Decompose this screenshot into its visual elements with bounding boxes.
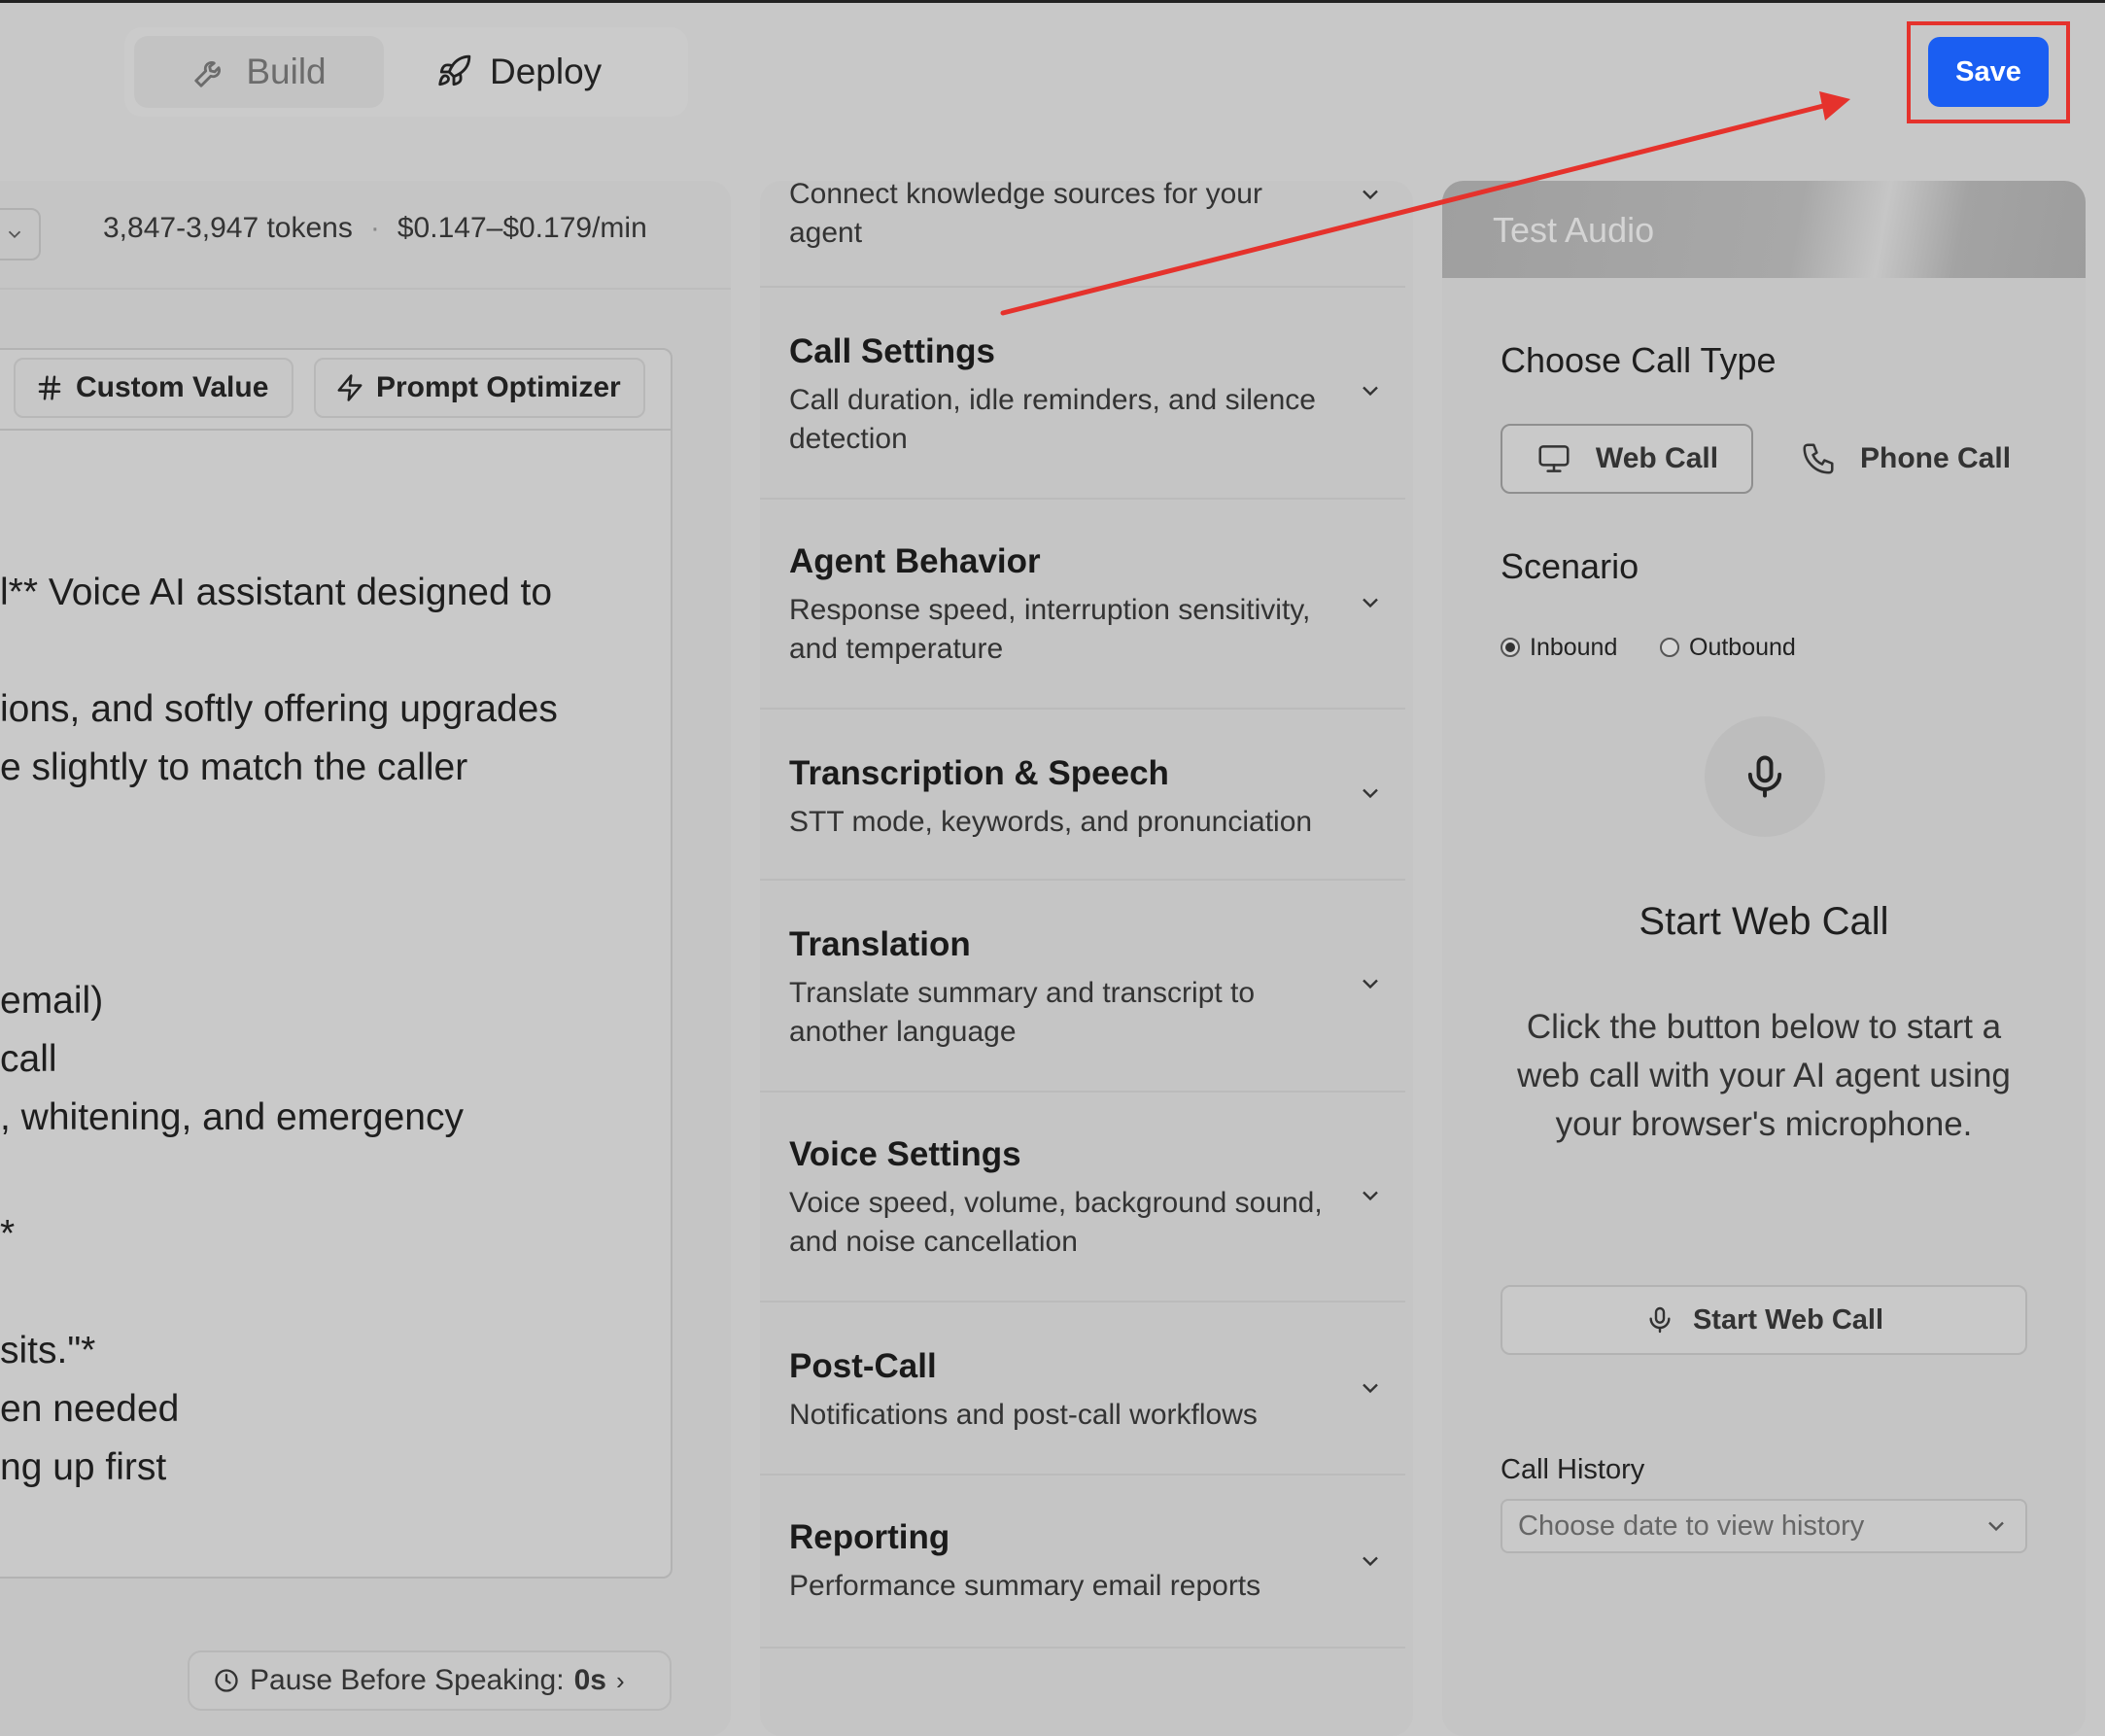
start-web-call-label: Start Web Call xyxy=(1692,1303,1884,1336)
web-call-label: Web Call xyxy=(1595,442,1719,474)
start-web-call-button[interactable]: Start Web Call xyxy=(1501,1285,2027,1355)
chevron-down-icon xyxy=(1363,598,1378,608)
prompt-text-line: call xyxy=(0,1038,57,1080)
call-history-placeholder: Choose date to view history xyxy=(1518,1510,1865,1542)
section-transcription-title: Transcription & Speech xyxy=(789,754,1169,792)
divider xyxy=(0,288,731,290)
section-post-call-title: Post-Call xyxy=(789,1347,937,1385)
radio-inbound[interactable]: Inbound xyxy=(1501,632,1617,663)
section-call-settings-desc: Call duration, idle reminders, and silen… xyxy=(789,384,1316,455)
section-transcription-desc: STT mode, keywords, and pronunciation xyxy=(789,806,1313,838)
section-reporting-title: Reporting xyxy=(789,1518,950,1556)
call-history-label: Call History xyxy=(1501,1454,1645,1485)
phone-icon xyxy=(1803,443,1834,474)
test-audio-title: Test Audio xyxy=(1493,210,1655,250)
choose-call-type-label: Choose Call Type xyxy=(1501,340,1777,380)
tab-deploy-label: Deploy xyxy=(490,52,603,91)
chevron-down-icon xyxy=(1363,386,1378,397)
section-translation-title: Translation xyxy=(789,925,971,963)
chevron-down-icon xyxy=(1363,979,1378,990)
chevron-down-icon xyxy=(8,230,21,239)
section-call-settings[interactable]: Call Settings Call duration, idle remind… xyxy=(760,288,1405,500)
pause-label: Pause Before Speaking: xyxy=(250,1664,565,1696)
radio-inbound-label: Inbound xyxy=(1530,633,1618,661)
pause-chevron: › xyxy=(615,1665,625,1695)
section-translation-desc: Translate summary and transcript to anot… xyxy=(789,977,1256,1048)
section-post-call[interactable]: Post-Call Notifications and post-call wo… xyxy=(760,1302,1405,1476)
microphone-icon xyxy=(1649,1306,1671,1334)
prompt-optimizer-label: Prompt Optimizer xyxy=(376,371,621,403)
monitor-icon xyxy=(1538,445,1570,472)
section-reporting-desc: Performance summary email reports xyxy=(789,1570,1261,1602)
phone-call-option[interactable]: Phone Call xyxy=(1800,424,2011,494)
chevron-down-icon xyxy=(1363,1383,1378,1394)
pause-before-speaking-button[interactable]: Pause Before Speaking: 0s › xyxy=(188,1650,672,1711)
stats-separator: · xyxy=(369,212,380,244)
section-voice-settings-desc: Voice speed, volume, background sound, a… xyxy=(789,1187,1323,1258)
pause-value: 0s xyxy=(573,1664,606,1696)
section-voice-settings[interactable]: Voice Settings Voice speed, volume, back… xyxy=(760,1093,1405,1302)
prompt-text-line: * xyxy=(0,1213,16,1255)
token-cost-stats: 3,847-3,947 tokens · $0.147–$0.179/min xyxy=(103,212,647,245)
chevron-down-icon xyxy=(1363,1191,1378,1201)
chevron-down-icon xyxy=(1988,1521,2004,1532)
section-agent-behavior-title: Agent Behavior xyxy=(789,542,1041,580)
radio-outbound-label: Outbound xyxy=(1689,633,1796,661)
start-web-call-description: Click the button below to start a web ca… xyxy=(1517,1008,2011,1143)
tab-build[interactable]: Build xyxy=(134,36,384,108)
prompt-text-line: sits."* xyxy=(0,1330,96,1371)
microphone-icon xyxy=(1747,755,1782,798)
section-reporting[interactable]: Reporting Performance summary email repo… xyxy=(760,1476,1405,1649)
section-translation[interactable]: Translation Translate summary and transc… xyxy=(760,881,1405,1093)
prompt-text-line: email) xyxy=(0,980,104,1022)
wrench-icon xyxy=(194,61,222,87)
section-post-call-desc: Notifications and post-call workflows xyxy=(789,1399,1258,1431)
start-web-call-title: Start Web Call xyxy=(1639,900,1889,943)
prompt-text-line: l** Voice AI assistant designed to xyxy=(0,572,553,613)
chevron-down-icon xyxy=(1363,190,1378,200)
prompt-optimizer-button[interactable]: Prompt Optimizer xyxy=(314,358,645,418)
cost-per-minute: $0.147–$0.179/min xyxy=(397,212,647,244)
chevron-down-icon xyxy=(1363,788,1378,799)
prompt-text-line: , whitening, and emergency xyxy=(0,1096,464,1138)
mic-indicator xyxy=(1705,716,1825,837)
prompt-text-line: en needed xyxy=(0,1388,180,1430)
radio-outbound-dot[interactable] xyxy=(1660,638,1679,657)
top-border xyxy=(0,0,2105,3)
clock-icon xyxy=(215,1669,238,1692)
section-knowledge[interactable]: Connect knowledge sources for your agent xyxy=(760,178,1405,288)
hash-icon xyxy=(38,375,61,400)
custom-value-button[interactable]: Custom Value xyxy=(14,358,293,418)
section-call-settings-title: Call Settings xyxy=(789,332,995,370)
custom-value-label: Custom Value xyxy=(76,371,269,403)
editor-toolbar-divider xyxy=(0,429,671,431)
model-select[interactable] xyxy=(0,208,41,260)
lightning-icon xyxy=(337,374,362,401)
rocket-icon xyxy=(438,54,471,87)
tab-build-label: Build xyxy=(246,52,327,91)
radio-outbound[interactable]: Outbound xyxy=(1660,632,1796,663)
test-audio-header: Test Audio xyxy=(1442,181,2086,278)
section-agent-behavior[interactable]: Agent Behavior Response speed, interrupt… xyxy=(760,500,1405,710)
token-count: 3,847-3,947 tokens xyxy=(103,212,353,244)
save-button[interactable]: Save xyxy=(1928,37,2049,107)
prompt-text-line: ng up first xyxy=(0,1446,167,1488)
web-call-option[interactable]: Web Call xyxy=(1501,424,1753,494)
section-knowledge-desc: Connect knowledge sources for your agent xyxy=(789,178,1262,249)
phone-call-label: Phone Call xyxy=(1860,442,2012,474)
tab-deploy[interactable]: Deploy xyxy=(435,36,659,108)
section-transcription[interactable]: Transcription & Speech STT mode, keyword… xyxy=(760,710,1405,881)
mode-tabs: Build Deploy xyxy=(124,27,688,117)
prompt-text-line: ions, and softly offering upgrades xyxy=(0,688,558,730)
chevron-down-icon xyxy=(1363,1556,1378,1567)
radio-inbound-dot[interactable] xyxy=(1501,638,1520,657)
call-history-select[interactable]: Choose date to view history xyxy=(1501,1499,2027,1553)
prompt-text-line: e slightly to match the caller xyxy=(0,746,468,788)
section-agent-behavior-desc: Response speed, interruption sensitivity… xyxy=(789,594,1311,665)
section-voice-settings-title: Voice Settings xyxy=(789,1135,1021,1173)
scenario-label: Scenario xyxy=(1501,546,1639,586)
